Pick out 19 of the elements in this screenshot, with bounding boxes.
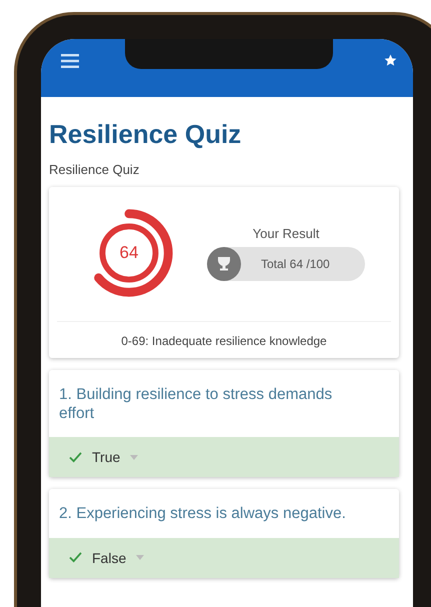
- question-text: 2. Experiencing stress is always negative.: [58, 505, 347, 524]
- check-icon: [69, 452, 82, 463]
- score-value: 64: [118, 243, 140, 263]
- inner-ring: [100, 224, 158, 282]
- star-icon[interactable]: [384, 54, 397, 67]
- answer-text: False: [92, 550, 126, 566]
- menu-icon[interactable]: [61, 54, 79, 68]
- caret-icon: [130, 454, 138, 460]
- question-text: 1. Building resilience to stress demands effort: [58, 386, 334, 424]
- result-verdict: 0-69: Inadequate resilience knowledge: [57, 321, 391, 348]
- result-label: Your Result: [252, 226, 320, 240]
- caret-icon: [136, 555, 144, 560]
- page-title: Resilience Quiz: [49, 119, 242, 150]
- page-subtitle: Resilience Quiz: [49, 162, 140, 177]
- total-score: Total 64 /100: [261, 256, 330, 270]
- answer-row[interactable]: True: [49, 437, 399, 478]
- check-icon: [69, 552, 82, 564]
- answer-row[interactable]: False: [49, 538, 399, 578]
- answer-text: True: [92, 449, 120, 466]
